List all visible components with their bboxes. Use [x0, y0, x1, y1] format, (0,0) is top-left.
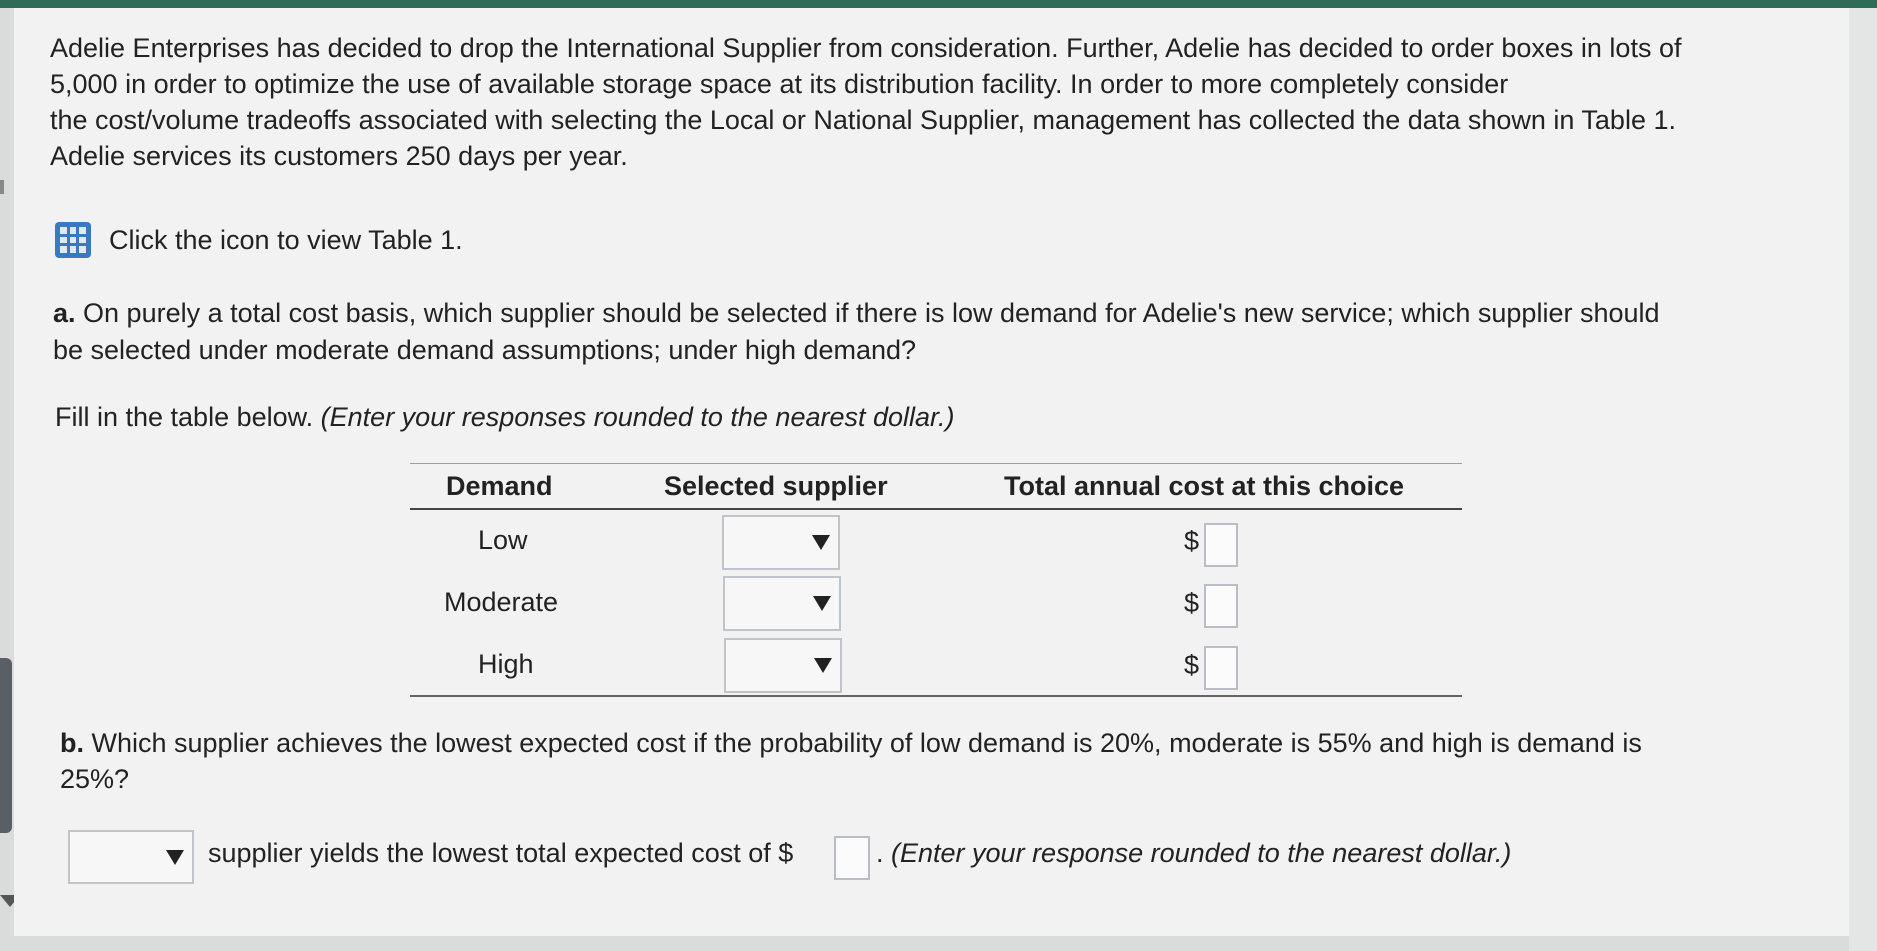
left-scroll-handle[interactable]	[0, 658, 12, 833]
supplier-select-expected[interactable]	[68, 830, 194, 884]
answer-b-text: supplier yields the lowest total expecte…	[208, 838, 794, 868]
table-instruction: Fill in the table below. (Enter your res…	[55, 402, 955, 433]
header-selected-supplier: Selected supplier	[664, 471, 888, 501]
dropdown-arrow-icon	[814, 655, 832, 675]
table-bottom-rule	[410, 695, 1462, 697]
dropdown-arrow-icon	[812, 532, 830, 552]
question-a: a. On purely a total cost basis, which s…	[53, 295, 1843, 369]
view-table-label: Click the icon to view Table 1.	[109, 224, 463, 255]
demand-low: Low	[478, 525, 528, 555]
cost-input-moderate[interactable]	[1204, 584, 1238, 628]
supplier-select-moderate[interactable]	[723, 576, 841, 631]
header-total-annual-cost: Total annual cost at this choice	[1004, 471, 1405, 501]
question-b-text: 25%?	[60, 764, 130, 794]
demand-high: High	[478, 649, 534, 679]
supplier-select-low[interactable]	[722, 515, 840, 570]
supplier-select-high[interactable]	[724, 638, 842, 693]
problem-line: Adelie Enterprises has decided to drop t…	[50, 33, 1682, 63]
right-margin	[1849, 8, 1877, 951]
instruction-note: (Enter your responses rounded to the nea…	[320, 402, 955, 432]
problem-line: 5,000 in order to optimize the use of av…	[50, 69, 1509, 99]
dropdown-arrow-icon	[813, 593, 831, 613]
expected-cost-input[interactable]	[834, 836, 870, 880]
left-edge-marker	[0, 180, 4, 194]
header-demand: Demand	[446, 471, 553, 501]
question-b-text: Which supplier achieves the lowest expec…	[84, 728, 1642, 758]
demand-moderate: Moderate	[444, 587, 559, 617]
table-grid-icon[interactable]	[55, 222, 91, 258]
question-a-text: be selected under moderate demand assump…	[53, 335, 917, 365]
problem-line: Adelie services its customers 250 days p…	[50, 141, 628, 171]
currency-symbol: $	[1184, 650, 1200, 680]
problem-line: the cost/volume tradeoffs associated wit…	[50, 105, 1676, 135]
top-accent-bar	[0, 0, 1877, 8]
answer-b-note: . (Enter your response rounded to the ne…	[876, 838, 1512, 868]
problem-statement: Adelie Enterprises has decided to drop t…	[50, 30, 1840, 174]
table-top-rule	[410, 463, 1462, 464]
instruction-text: Fill in the table below.	[55, 402, 321, 432]
question-a-number: a.	[53, 298, 76, 328]
cost-input-high[interactable]	[1204, 646, 1238, 690]
question-a-text: On purely a total cost basis, which supp…	[75, 298, 1660, 328]
currency-symbol: $	[1184, 588, 1200, 618]
currency-symbol: $	[1184, 526, 1200, 556]
question-b: b. Which supplier achieves the lowest ex…	[60, 725, 1642, 797]
view-table-link[interactable]: Click the icon to view Table 1.	[55, 220, 463, 260]
question-b-number: b.	[60, 728, 84, 758]
table-header-rule	[410, 508, 1462, 510]
dropdown-arrow-icon	[166, 847, 184, 867]
cost-input-low[interactable]	[1204, 523, 1238, 567]
